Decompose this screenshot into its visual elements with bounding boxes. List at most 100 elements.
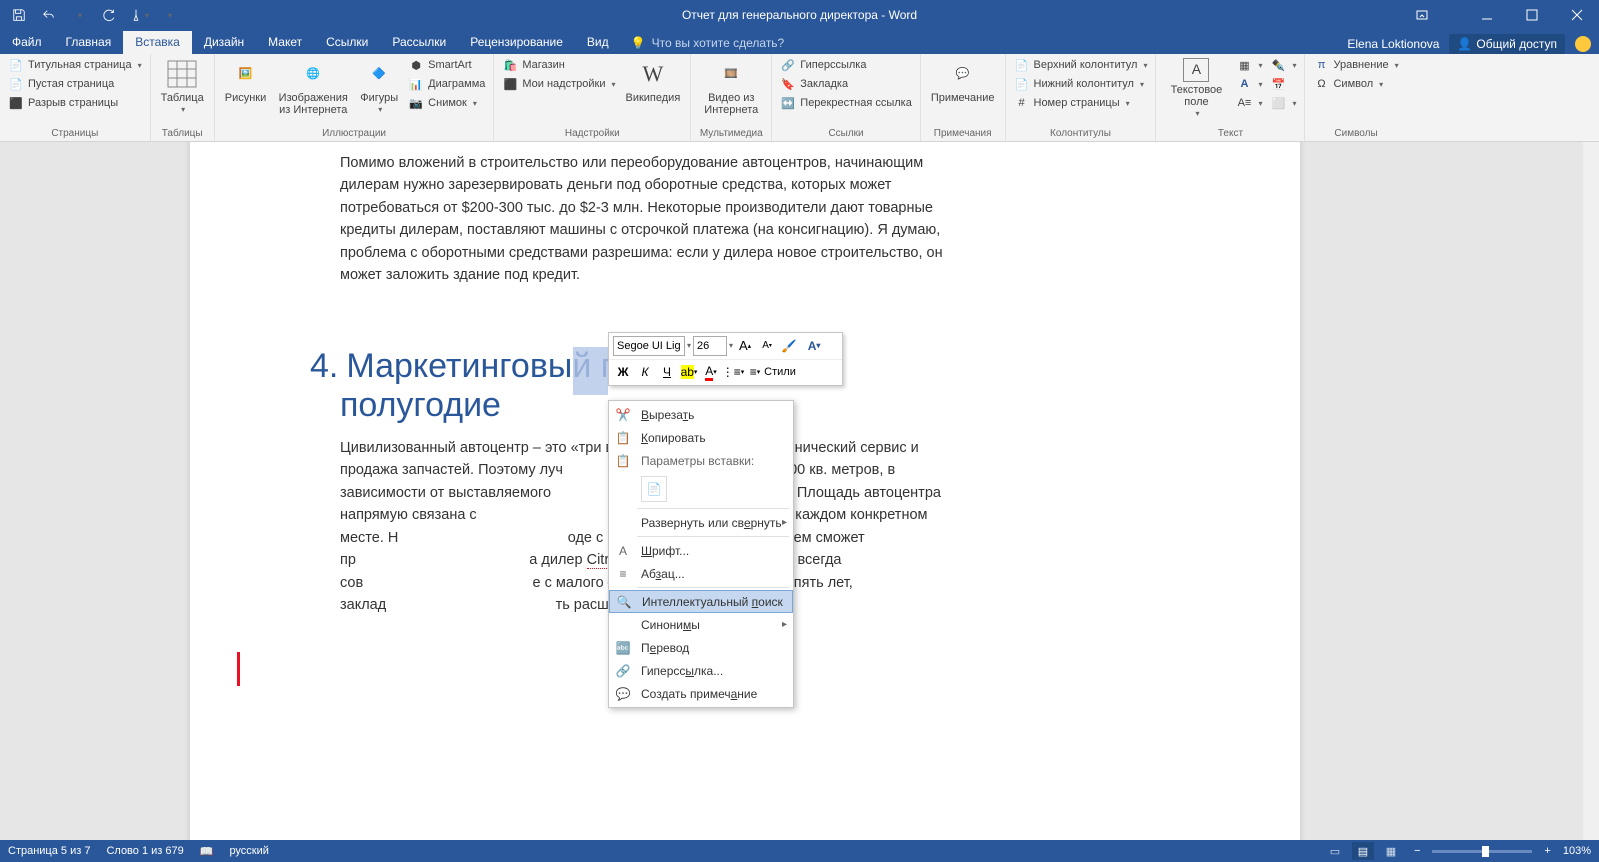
web-layout-button[interactable]: ▦ <box>1380 842 1402 860</box>
ctx-translate[interactable]: 🔤Перевод <box>609 636 793 659</box>
font-size-input[interactable] <box>693 336 727 356</box>
zoom-out-button[interactable]: − <box>1408 845 1426 857</box>
pi-icon: π <box>1313 57 1329 73</box>
tab-design[interactable]: Дизайн <box>192 31 256 54</box>
dropcap-icon: A≡ <box>1236 95 1252 111</box>
highlight-button[interactable]: ab▾ <box>679 362 699 382</box>
bold-button[interactable]: Ж <box>613 362 633 382</box>
paste-keep-source-button[interactable]: 📄 <box>641 476 667 502</box>
touch-mode-button[interactable] <box>128 4 150 26</box>
tab-file[interactable]: Файл <box>0 31 54 54</box>
header-button[interactable]: 📄Верхний колонтитул <box>1012 56 1150 74</box>
grow-font-button[interactable]: A▴ <box>735 336 755 356</box>
hyperlink-button[interactable]: 🔗Гиперссылка <box>778 56 914 74</box>
status-word-count[interactable]: Слово 1 из 679 <box>106 845 183 857</box>
share-button[interactable]: 👤 Общий доступ <box>1449 34 1565 54</box>
minimize-button[interactable] <box>1464 0 1509 30</box>
wordart-button[interactable]: A <box>1234 75 1264 93</box>
pictures-button[interactable]: 🖼️Рисунки <box>221 56 271 106</box>
shrink-font-button[interactable]: A▾ <box>757 336 777 356</box>
tab-view[interactable]: Вид <box>575 31 621 54</box>
comment-icon: 💬 <box>613 686 633 702</box>
group-text: AТекстовое поле ▦ A A≡ ✒️ 📅 ⬜ Текст <box>1156 54 1305 141</box>
ctx-hyperlink[interactable]: 🔗Гиперссылка... <box>609 659 793 682</box>
numbering-button[interactable]: ≡▾ <box>745 362 765 382</box>
datetime-button[interactable]: 📅 <box>1268 75 1298 93</box>
blank-page-button[interactable]: 📄Пустая страница <box>6 75 144 93</box>
cover-page-button[interactable]: 📄Титульная страница <box>6 56 144 74</box>
read-mode-button[interactable]: ▭ <box>1324 842 1346 860</box>
textbox-button[interactable]: AТекстовое поле <box>1162 56 1230 121</box>
zoom-in-button[interactable]: + <box>1538 845 1556 857</box>
font-name-input[interactable] <box>613 336 685 356</box>
dropcap-button[interactable]: A≡ <box>1234 94 1264 112</box>
bullets-button[interactable]: ⋮≡▾ <box>723 362 743 382</box>
ctx-cut[interactable]: ✂️Вырезать <box>609 403 793 426</box>
page-break-label: Разрыв страницы <box>28 97 118 109</box>
ribbon-options-button[interactable] <box>1399 0 1444 30</box>
save-button[interactable] <box>8 4 30 26</box>
maximize-button[interactable] <box>1509 0 1554 30</box>
italic-button[interactable]: К <box>635 362 655 382</box>
ctx-expand-collapse[interactable]: Развернуть или свернуть <box>609 511 793 534</box>
table-button[interactable]: Таблица <box>157 56 208 117</box>
object-button[interactable]: ⬜ <box>1268 94 1298 112</box>
online-video-button[interactable]: 🎞️Видео из Интернета <box>697 56 765 118</box>
vertical-scrollbar[interactable] <box>1583 142 1599 840</box>
ctx-smart-lookup[interactable]: 🔍Интеллектуальный поиск <box>609 590 793 613</box>
zoom-slider[interactable] <box>1432 850 1532 853</box>
cross-reference-button[interactable]: ↔️Перекрестная ссылка <box>778 94 914 112</box>
status-proofing-icon[interactable]: 📖 <box>200 845 214 858</box>
tab-review[interactable]: Рецензирование <box>458 31 575 54</box>
tab-home[interactable]: Главная <box>54 31 124 54</box>
my-addins-button[interactable]: ⬛Мои надстройки <box>500 75 617 93</box>
ctx-paragraph[interactable]: ≡Абзац... <box>609 562 793 585</box>
font-color-button[interactable]: A▾ <box>701 362 721 382</box>
chart-button[interactable]: 📊Диаграмма <box>406 75 487 93</box>
tab-insert[interactable]: Вставка <box>123 31 192 54</box>
bookmark-button[interactable]: 🔖Закладка <box>778 75 914 93</box>
underline-button[interactable]: Ч <box>657 362 677 382</box>
status-page[interactable]: Страница 5 из 7 <box>8 845 90 857</box>
symbol-button[interactable]: ΩСимвол <box>1311 75 1400 93</box>
screenshot-button[interactable]: 📷Снимок <box>406 94 487 112</box>
signature-button[interactable]: ✒️ <box>1268 56 1298 74</box>
print-layout-button[interactable]: ▤ <box>1352 842 1374 860</box>
styles-gallery-button[interactable]: A▾ <box>801 336 827 356</box>
table-icon <box>166 58 198 90</box>
ctx-separator <box>637 508 789 509</box>
close-button[interactable] <box>1554 0 1599 30</box>
tab-references[interactable]: Ссылки <box>314 31 380 54</box>
tell-me-search[interactable]: 💡 Что вы хотите сделать? <box>621 32 795 54</box>
page-break-button[interactable]: ⬛Разрыв страницы <box>6 94 144 112</box>
wikipedia-button[interactable]: WВикипедия <box>621 56 684 106</box>
undo-button[interactable] <box>38 4 60 26</box>
zoom-level[interactable]: 103% <box>1563 845 1591 857</box>
user-name[interactable]: Elena Loktionova <box>1347 37 1439 51</box>
ctx-synonyms[interactable]: Синонимы <box>609 613 793 636</box>
smartart-button[interactable]: ⬢SmartArt <box>406 56 487 74</box>
quickparts-button[interactable]: ▦ <box>1234 56 1264 74</box>
format-painter-button[interactable]: 🖌️ <box>779 336 799 356</box>
ribbon-tabs: Файл Главная Вставка Дизайн Макет Ссылки… <box>0 30 1599 54</box>
comment-button[interactable]: 💬Примечание <box>927 56 999 106</box>
feedback-smiley-icon[interactable] <box>1575 36 1591 52</box>
person-icon: 👤 <box>1457 37 1472 51</box>
page-number-button[interactable]: #Номер страницы <box>1012 94 1150 112</box>
ctx-copy[interactable]: 📋Копировать <box>609 426 793 449</box>
tab-layout[interactable]: Макет <box>256 31 314 54</box>
store-button[interactable]: 🛍️Магазин <box>500 56 617 74</box>
shapes-button[interactable]: 🔷Фигуры <box>356 56 402 117</box>
equation-button[interactable]: πУравнение <box>1311 56 1400 74</box>
status-language[interactable]: русский <box>229 845 268 857</box>
footer-button[interactable]: 📄Нижний колонтитул <box>1012 75 1150 93</box>
online-pictures-button[interactable]: 🌐Изображения из Интернета <box>274 56 352 118</box>
styles-button[interactable]: Стили <box>767 362 793 382</box>
redo-button[interactable] <box>98 4 120 26</box>
undo-dropdown[interactable] <box>68 4 90 26</box>
comment-icon: 💬 <box>947 58 979 90</box>
ctx-font[interactable]: AШрифт... <box>609 539 793 562</box>
ctx-new-comment[interactable]: 💬Создать примечание <box>609 682 793 705</box>
qat-customize[interactable] <box>158 4 180 26</box>
tab-mailings[interactable]: Рассылки <box>380 31 458 54</box>
